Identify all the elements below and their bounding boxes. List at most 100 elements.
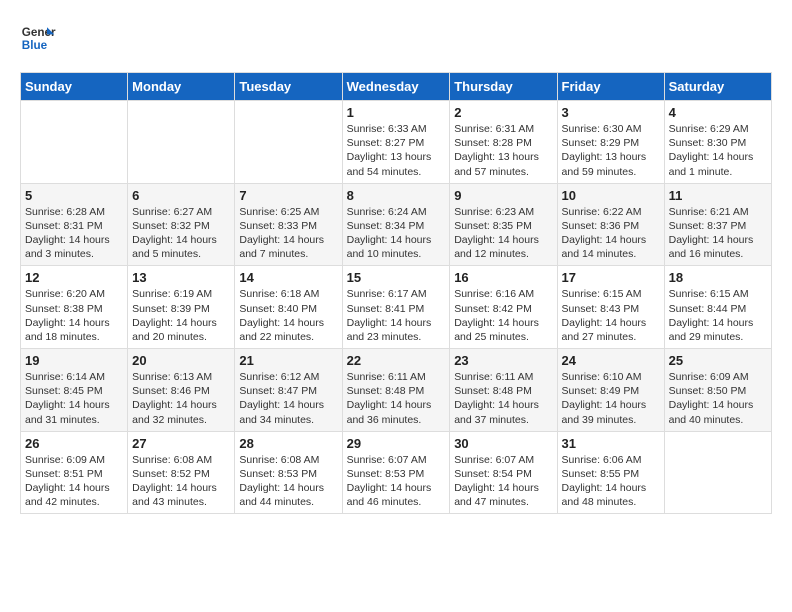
calendar-cell: 20 Sunrise: 6:13 AM Sunset: 8:46 PM Dayli… <box>128 349 235 432</box>
week-row-2: 5Sunrise: 6:28 AM Sunset: 8:31 PM Daylig… <box>21 183 772 266</box>
day-number: 14 <box>239 270 337 285</box>
day-number: 25 <box>669 353 767 368</box>
day-number: 21 <box>239 353 337 368</box>
day-info: Sunrise: 6:27 AM Sunset: 8:32 PM Dayligh… <box>132 205 230 262</box>
calendar-cell: 30 Sunrise: 6:07 AM Sunset: 8:54 PM Dayli… <box>450 431 557 514</box>
day-info: Sunrise: 6:15 AM Sunset: 8:44 PM Dayligh… <box>669 287 767 344</box>
day-number: 30 <box>454 436 552 451</box>
calendar-cell <box>128 101 235 184</box>
weekday-header-friday: Friday <box>557 73 664 101</box>
day-number: 20 <box>132 353 230 368</box>
day-number: 19 <box>25 353 123 368</box>
day-info: Sunrise: 6:09 AM Sunset: 8:51 PM Dayligh… <box>25 453 123 510</box>
day-info: Sunrise: 6:33 AM Sunset: 8:27 PM Dayligh… <box>347 122 446 179</box>
logo: General Blue <box>20 20 56 56</box>
calendar-cell: 16Sunrise: 6:16 AM Sunset: 8:42 PM Dayli… <box>450 266 557 349</box>
calendar-cell: 6 Sunrise: 6:27 AM Sunset: 8:32 PM Daylig… <box>128 183 235 266</box>
day-info: Sunrise: 6:14 AM Sunset: 8:45 PM Dayligh… <box>25 370 123 427</box>
calendar-cell: 22 Sunrise: 6:11 AM Sunset: 8:48 PM Dayli… <box>342 349 450 432</box>
day-number: 9 <box>454 188 552 203</box>
day-number: 24 <box>562 353 660 368</box>
week-row-1: 1 Sunrise: 6:33 AM Sunset: 8:27 PM Daylig… <box>21 101 772 184</box>
day-number: 17 <box>562 270 660 285</box>
weekday-header-row: SundayMondayTuesdayWednesdayThursdayFrid… <box>21 73 772 101</box>
calendar-cell: 25 Sunrise: 6:09 AM Sunset: 8:50 PM Dayli… <box>664 349 771 432</box>
calendar-cell: 31 Sunrise: 6:06 AM Sunset: 8:55 PM Dayli… <box>557 431 664 514</box>
day-info: Sunrise: 6:06 AM Sunset: 8:55 PM Dayligh… <box>562 453 660 510</box>
calendar-cell: 18Sunrise: 6:15 AM Sunset: 8:44 PM Dayli… <box>664 266 771 349</box>
day-info: Sunrise: 6:18 AM Sunset: 8:40 PM Dayligh… <box>239 287 337 344</box>
week-row-3: 12 Sunrise: 6:20 AM Sunset: 8:38 PM Dayli… <box>21 266 772 349</box>
day-info: Sunrise: 6:30 AM Sunset: 8:29 PM Dayligh… <box>562 122 660 179</box>
weekday-header-sunday: Sunday <box>21 73 128 101</box>
day-info: Sunrise: 6:11 AM Sunset: 8:48 PM Dayligh… <box>347 370 446 427</box>
day-number: 23 <box>454 353 552 368</box>
calendar-cell: 15Sunrise: 6:17 AM Sunset: 8:41 PM Dayli… <box>342 266 450 349</box>
calendar-table: SundayMondayTuesdayWednesdayThursdayFrid… <box>20 72 772 514</box>
day-number: 7 <box>239 188 337 203</box>
day-number: 3 <box>562 105 660 120</box>
day-info: Sunrise: 6:08 AM Sunset: 8:53 PM Dayligh… <box>239 453 337 510</box>
day-info: Sunrise: 6:28 AM Sunset: 8:31 PM Dayligh… <box>25 205 123 262</box>
calendar-cell <box>664 431 771 514</box>
day-number: 16 <box>454 270 552 285</box>
day-info: Sunrise: 6:31 AM Sunset: 8:28 PM Dayligh… <box>454 122 552 179</box>
calendar-cell: 13 Sunrise: 6:19 AM Sunset: 8:39 PM Dayli… <box>128 266 235 349</box>
day-info: Sunrise: 6:24 AM Sunset: 8:34 PM Dayligh… <box>347 205 446 262</box>
day-number: 4 <box>669 105 767 120</box>
calendar-cell <box>21 101 128 184</box>
calendar-cell: 21 Sunrise: 6:12 AM Sunset: 8:47 PM Dayli… <box>235 349 342 432</box>
calendar-cell: 3 Sunrise: 6:30 AM Sunset: 8:29 PM Daylig… <box>557 101 664 184</box>
day-number: 2 <box>454 105 552 120</box>
svg-text:Blue: Blue <box>22 39 48 52</box>
calendar-cell: 17Sunrise: 6:15 AM Sunset: 8:43 PM Dayli… <box>557 266 664 349</box>
calendar-cell: 9Sunrise: 6:23 AM Sunset: 8:35 PM Daylig… <box>450 183 557 266</box>
calendar-cell: 14 Sunrise: 6:18 AM Sunset: 8:40 PM Dayli… <box>235 266 342 349</box>
calendar-cell: 1 Sunrise: 6:33 AM Sunset: 8:27 PM Daylig… <box>342 101 450 184</box>
day-number: 27 <box>132 436 230 451</box>
calendar-cell: 4Sunrise: 6:29 AM Sunset: 8:30 PM Daylig… <box>664 101 771 184</box>
calendar-cell: 27 Sunrise: 6:08 AM Sunset: 8:52 PM Dayli… <box>128 431 235 514</box>
calendar-cell: 29 Sunrise: 6:07 AM Sunset: 8:53 PM Dayli… <box>342 431 450 514</box>
calendar-cell: 19 Sunrise: 6:14 AM Sunset: 8:45 PM Dayli… <box>21 349 128 432</box>
day-number: 29 <box>347 436 446 451</box>
day-number: 31 <box>562 436 660 451</box>
day-info: Sunrise: 6:22 AM Sunset: 8:36 PM Dayligh… <box>562 205 660 262</box>
day-info: Sunrise: 6:20 AM Sunset: 8:38 PM Dayligh… <box>25 287 123 344</box>
weekday-header-monday: Monday <box>128 73 235 101</box>
day-info: Sunrise: 6:07 AM Sunset: 8:54 PM Dayligh… <box>454 453 552 510</box>
day-number: 1 <box>347 105 446 120</box>
calendar-cell: 11 Sunrise: 6:21 AM Sunset: 8:37 PM Dayli… <box>664 183 771 266</box>
day-info: Sunrise: 6:13 AM Sunset: 8:46 PM Dayligh… <box>132 370 230 427</box>
day-number: 12 <box>25 270 123 285</box>
day-info: Sunrise: 6:07 AM Sunset: 8:53 PM Dayligh… <box>347 453 446 510</box>
day-number: 11 <box>669 188 767 203</box>
day-info: Sunrise: 6:19 AM Sunset: 8:39 PM Dayligh… <box>132 287 230 344</box>
day-number: 26 <box>25 436 123 451</box>
calendar-cell: 24Sunrise: 6:10 AM Sunset: 8:49 PM Dayli… <box>557 349 664 432</box>
weekday-header-thursday: Thursday <box>450 73 557 101</box>
day-number: 13 <box>132 270 230 285</box>
week-row-5: 26 Sunrise: 6:09 AM Sunset: 8:51 PM Dayli… <box>21 431 772 514</box>
page-header: General Blue <box>20 20 772 56</box>
weekday-header-saturday: Saturday <box>664 73 771 101</box>
calendar-cell: 5Sunrise: 6:28 AM Sunset: 8:31 PM Daylig… <box>21 183 128 266</box>
day-info: Sunrise: 6:21 AM Sunset: 8:37 PM Dayligh… <box>669 205 767 262</box>
calendar-cell: 26 Sunrise: 6:09 AM Sunset: 8:51 PM Dayli… <box>21 431 128 514</box>
day-info: Sunrise: 6:12 AM Sunset: 8:47 PM Dayligh… <box>239 370 337 427</box>
weekday-header-tuesday: Tuesday <box>235 73 342 101</box>
day-info: Sunrise: 6:08 AM Sunset: 8:52 PM Dayligh… <box>132 453 230 510</box>
day-number: 28 <box>239 436 337 451</box>
day-number: 22 <box>347 353 446 368</box>
calendar-cell <box>235 101 342 184</box>
calendar-cell: 12 Sunrise: 6:20 AM Sunset: 8:38 PM Dayli… <box>21 266 128 349</box>
day-info: Sunrise: 6:25 AM Sunset: 8:33 PM Dayligh… <box>239 205 337 262</box>
day-number: 6 <box>132 188 230 203</box>
calendar-cell: 23 Sunrise: 6:11 AM Sunset: 8:48 PM Dayli… <box>450 349 557 432</box>
day-number: 8 <box>347 188 446 203</box>
calendar-cell: 2 Sunrise: 6:31 AM Sunset: 8:28 PM Daylig… <box>450 101 557 184</box>
day-info: Sunrise: 6:11 AM Sunset: 8:48 PM Dayligh… <box>454 370 552 427</box>
day-number: 15 <box>347 270 446 285</box>
calendar-cell: 8 Sunrise: 6:24 AM Sunset: 8:34 PM Daylig… <box>342 183 450 266</box>
day-info: Sunrise: 6:09 AM Sunset: 8:50 PM Dayligh… <box>669 370 767 427</box>
